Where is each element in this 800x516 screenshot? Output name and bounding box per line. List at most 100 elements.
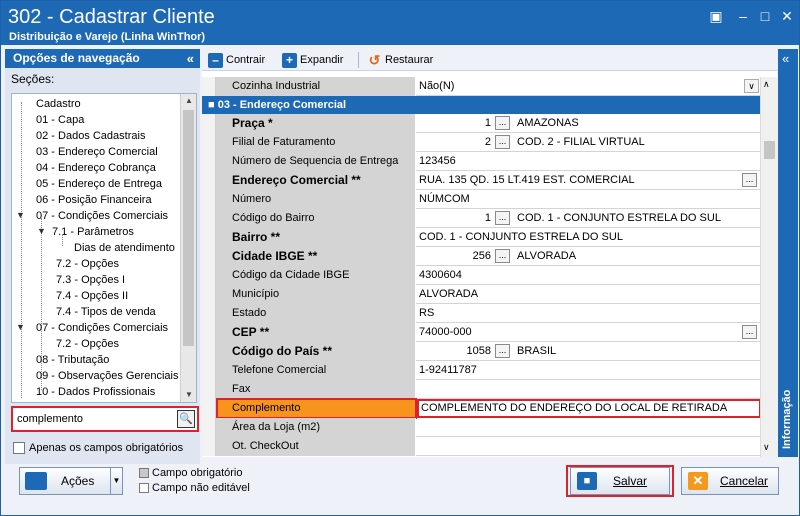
- tree-item[interactable]: 7.2 - Opções: [56, 256, 119, 272]
- tree-item[interactable]: Dias de atendimento: [74, 240, 175, 256]
- chevron-down-icon[interactable]: ∨: [744, 79, 759, 93]
- expand-arrow-icon[interactable]: ▼: [16, 322, 25, 332]
- grid-row[interactable]: Bairro ** COD. 1 - CONJUNTO ESTRELA DO SU…: [202, 228, 761, 247]
- field-value[interactable]: 4300604: [417, 266, 761, 285]
- field-value[interactable]: 74000-000...: [417, 323, 761, 342]
- grid-row[interactable]: Telefone Comercial 1-92411787: [202, 361, 761, 380]
- field-value[interactable]: NÚMCOM: [417, 190, 761, 209]
- sections-tree[interactable]: Cadastro 01 - Capa 02 - Dados Cadastrais…: [11, 93, 197, 403]
- grid-row[interactable]: Número de Sequencia de Entrega 123456: [202, 152, 761, 171]
- tree-scrollbar[interactable]: ▲ ▼: [180, 94, 196, 402]
- field-value[interactable]: 2... COD. 2 - FILIAL VIRTUAL: [417, 133, 761, 152]
- grid-row[interactable]: Área da Loja (m2): [202, 418, 761, 437]
- code-input[interactable]: 256: [419, 247, 491, 266]
- scroll-thumb[interactable]: [183, 110, 194, 346]
- field-value[interactable]: 256... ALVORADA: [417, 247, 761, 266]
- scroll-up-icon[interactable]: ∧: [763, 79, 770, 90]
- pin-icon[interactable]: ▣: [706, 7, 726, 25]
- grid-row[interactable]: Município ALVORADA: [202, 285, 761, 304]
- field-value[interactable]: COD. 1 - CONJUNTO ESTRELA DO SUL: [417, 228, 761, 247]
- cancel-button[interactable]: ✕ Cancelar: [681, 467, 779, 495]
- scroll-up-icon[interactable]: ▲: [181, 94, 196, 108]
- checkbox-box[interactable]: [13, 442, 25, 454]
- field-value[interactable]: RUA. 135 QD. 15 LT.419 EST. COMERCIAL...: [417, 171, 761, 190]
- grid-row[interactable]: Praça * 1... AMAZONAS: [202, 114, 761, 133]
- search-icon[interactable]: 🔍: [177, 410, 195, 428]
- close-icon[interactable]: ✕: [777, 7, 797, 25]
- field-value[interactable]: 1058... BRASIL: [417, 342, 761, 361]
- lookup-button[interactable]: ...: [495, 116, 510, 130]
- search-field[interactable]: complemento 🔍: [11, 406, 199, 432]
- field-value[interactable]: [417, 437, 761, 456]
- grid-row[interactable]: Fax: [202, 380, 761, 399]
- lookup-button[interactable]: ...: [495, 249, 510, 263]
- field-value[interactable]: COMPLEMENTO DO ENDEREÇO DO LOCAL DE RETI…: [417, 399, 761, 418]
- field-value[interactable]: 1-92411787: [417, 361, 761, 380]
- tree-item[interactable]: 05 - Endereço de Entrega: [36, 176, 162, 192]
- tree-item[interactable]: 03 - Endereço Comercial: [36, 144, 158, 160]
- grid-row[interactable]: Código do Bairro 1... COD. 1 - CONJUNTO ES…: [202, 209, 761, 228]
- field-value[interactable]: ALVORADA: [417, 285, 761, 304]
- grid-row[interactable]: Filial de Faturamento 2... COD. 2 - FILIAL…: [202, 133, 761, 152]
- tree-item[interactable]: 01 - Capa: [36, 112, 84, 128]
- tree-item[interactable]: Cadastro: [36, 96, 81, 112]
- lookup-button[interactable]: ...: [495, 135, 510, 149]
- collapse-panel-icon[interactable]: «: [187, 49, 194, 68]
- field-value[interactable]: [417, 380, 761, 399]
- search-input[interactable]: complemento: [17, 413, 83, 425]
- field-value[interactable]: Não(N) ∨: [417, 77, 761, 96]
- tree-item[interactable]: 07 - Condições Comerciais: [36, 320, 168, 336]
- code-input[interactable]: 1058: [419, 342, 491, 361]
- code-input[interactable]: 1: [419, 114, 491, 133]
- tree-item[interactable]: 10 - Dados Profissionais: [36, 384, 155, 400]
- field-value[interactable]: RS: [417, 304, 761, 323]
- expand-button[interactable]: + Expandir: [282, 52, 343, 68]
- expand-arrow-icon[interactable]: ▼: [16, 210, 25, 220]
- grid-scrollbar[interactable]: ∧ ∨: [760, 77, 777, 457]
- tree-item[interactable]: 7.4 - Opções II: [56, 288, 128, 304]
- ellipsis-button[interactable]: ...: [742, 325, 757, 339]
- tree-item[interactable]: 7.4 - Tipos de venda: [56, 304, 156, 320]
- grid-row[interactable]: Código da Cidade IBGE 4300604: [202, 266, 761, 285]
- grid-row[interactable]: Endereço Comercial ** RUA. 135 QD. 15 LT.…: [202, 171, 761, 190]
- minimize-icon[interactable]: –: [733, 7, 753, 25]
- field-value[interactable]: [417, 418, 761, 437]
- save-button[interactable]: ■ Salvar: [570, 467, 670, 495]
- actions-button[interactable]: Ações ▼: [19, 467, 123, 495]
- lookup-button[interactable]: ...: [495, 211, 510, 225]
- grid-row[interactable]: Estado RS: [202, 304, 761, 323]
- collapse-info-icon[interactable]: «: [782, 51, 789, 66]
- grid-row[interactable]: Cidade IBGE ** 256... ALVORADA: [202, 247, 761, 266]
- tree-item[interactable]: 7.3 - Opções I: [56, 272, 125, 288]
- tree-item[interactable]: 08 - Tributação: [36, 352, 109, 368]
- tree-item[interactable]: 04 - Endereço Cobrança: [36, 160, 156, 176]
- field-value[interactable]: 123456: [417, 152, 761, 171]
- tree-item[interactable]: 09 - Observações Gerenciais: [36, 368, 178, 384]
- field-value[interactable]: 1... COD. 1 - CONJUNTO ESTRELA DO SUL: [417, 209, 761, 228]
- grid-row-selected[interactable]: Complemento COMPLEMENTO DO ENDEREÇO DO LO…: [202, 398, 761, 419]
- section-header[interactable]: ■ 03 - Endereço Comercial: [202, 96, 761, 114]
- maximize-icon[interactable]: □: [755, 7, 775, 25]
- expand-arrow-icon[interactable]: ▼: [37, 226, 46, 236]
- code-input[interactable]: 1: [419, 209, 491, 228]
- grid-row[interactable]: Número NÚMCOM: [202, 190, 761, 209]
- grid-row[interactable]: Código do País ** 1058... BRASIL: [202, 342, 761, 361]
- lookup-button[interactable]: ...: [495, 344, 510, 358]
- scroll-down-icon[interactable]: ▼: [181, 388, 196, 402]
- scroll-down-icon[interactable]: ∨: [763, 442, 770, 453]
- grid-row[interactable]: Ot. CheckOut: [202, 437, 761, 456]
- restore-button[interactable]: ↺ Restaurar: [367, 52, 434, 68]
- tree-item[interactable]: 7.2 - Opções: [56, 336, 119, 352]
- tree-item[interactable]: 02 - Dados Cadastrais: [36, 128, 145, 144]
- tree-item[interactable]: 07 - Condições Comerciais: [36, 208, 168, 224]
- dropdown-arrow-icon[interactable]: ▼: [110, 468, 122, 494]
- ellipsis-button[interactable]: ...: [742, 173, 757, 187]
- information-tab[interactable]: « Informação: [778, 49, 798, 457]
- tree-item[interactable]: 06 - Posição Financeira: [36, 192, 152, 208]
- code-input[interactable]: 2: [419, 133, 491, 152]
- grid-row[interactable]: CEP ** 74000-000...: [202, 323, 761, 342]
- scroll-thumb[interactable]: [764, 141, 775, 159]
- field-value[interactable]: 1... AMAZONAS: [417, 114, 761, 133]
- tree-item[interactable]: 7.1 - Parâmetros: [52, 224, 134, 240]
- only-required-checkbox[interactable]: Apenas os campos obrigatórios: [13, 442, 183, 454]
